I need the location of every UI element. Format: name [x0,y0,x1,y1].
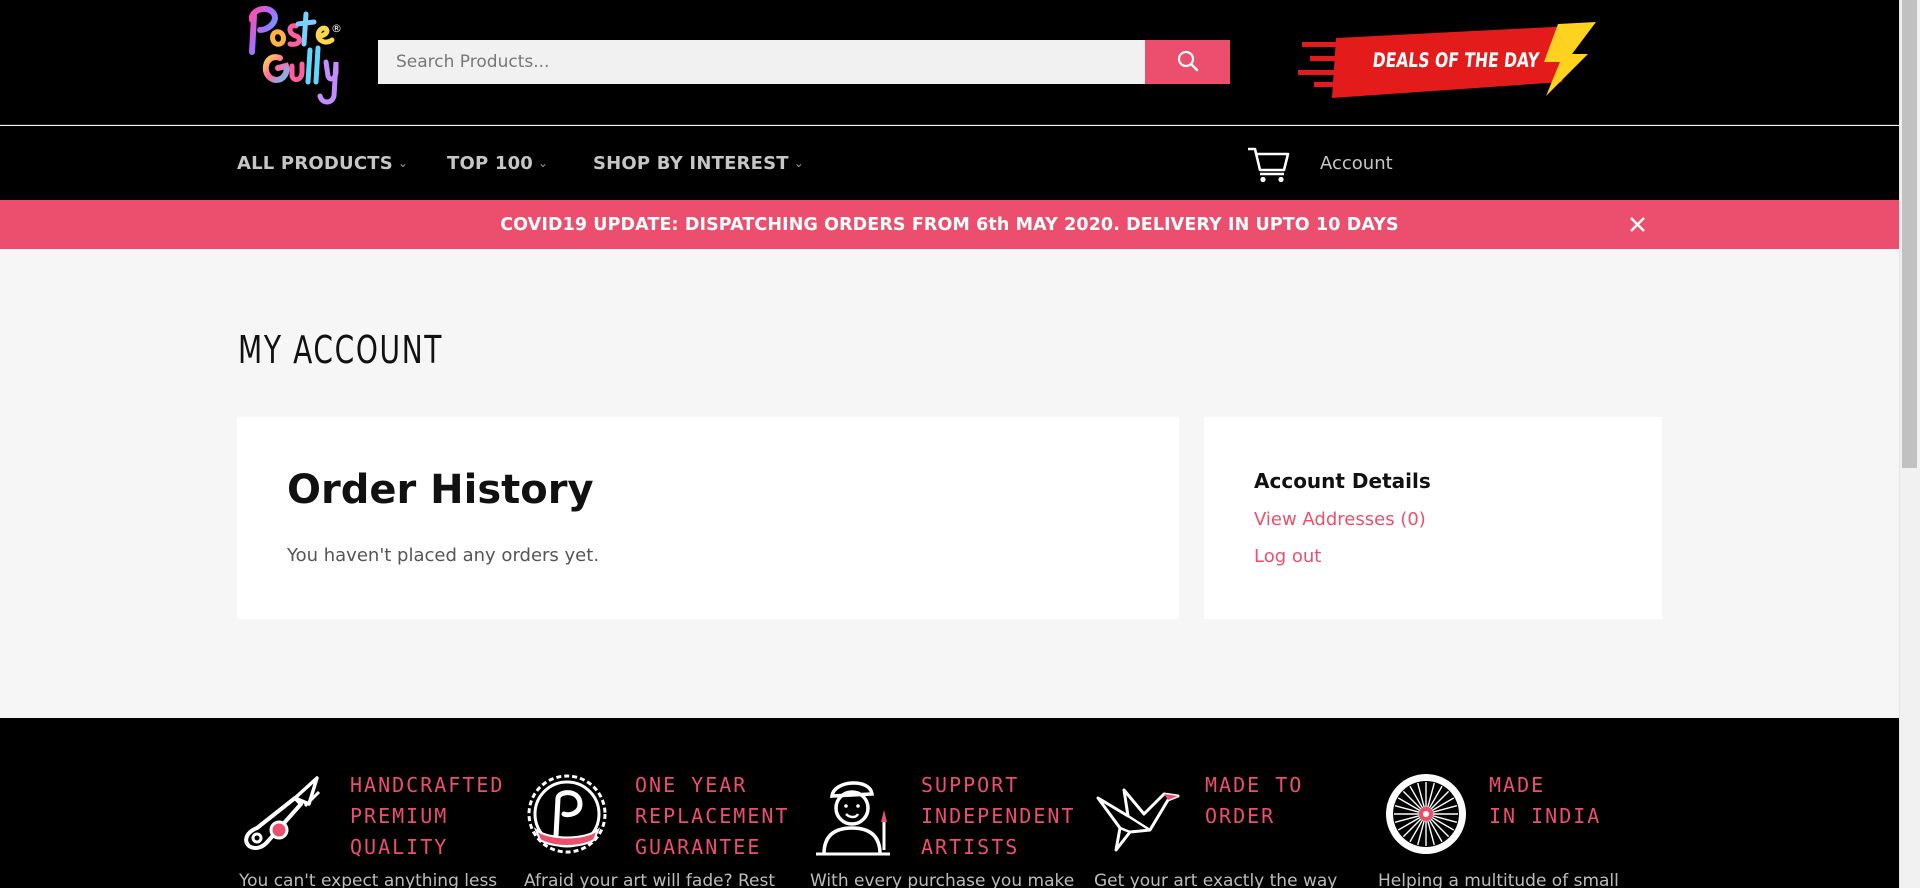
craft-knife-icon [239,770,329,860]
feature-title-line: ONE YEAR [635,773,748,797]
feature-title-line: GUARANTEE [635,835,762,859]
artist-icon [810,770,900,860]
no-orders-message: You haven't placed any orders yet. [287,545,600,566]
cart-icon[interactable] [1246,146,1290,184]
logout-link[interactable]: Log out [1254,546,1321,567]
feature-artists: SUPPORT INDEPENDENT ARTISTS With every p… [810,718,1090,888]
feature-description: You can't expect anything less [239,871,498,888]
page-scrollbar[interactable] [1899,0,1920,888]
feature-description: With every purchase you make [810,871,1075,888]
feature-title-line: MADE [1489,773,1546,797]
view-addresses-link[interactable]: View Addresses (0) [1254,509,1426,530]
search-button[interactable] [1145,40,1230,84]
deals-of-the-day-banner[interactable]: DEALS OF THE DAY [1296,20,1600,100]
registered-mark: ® [331,22,342,35]
feature-title-line: ARTISTS [921,835,1020,859]
feature-title-line: ORDER [1205,804,1276,828]
nav-item-shop-by-interest[interactable]: SHOP BY INTEREST ⌄ [593,126,804,200]
feature-title-line: PREMIUM [350,804,449,828]
announcement-bar: COVID19 UPDATE: DISPATCHING ORDERS FROM … [0,200,1899,249]
account-link[interactable]: Account [1320,126,1393,200]
header: ® DEALS OF THE DAY [0,0,1899,125]
search-icon [1177,50,1199,75]
scrollbar-thumb[interactable] [1902,0,1917,468]
feature-title: MADE IN INDIA [1489,770,1669,832]
feature-description: Afraid your art will fade? Rest [524,871,776,888]
feature-guarantee: ONE YEAR REPLACEMENT GUARANTEE Afraid yo… [524,718,804,888]
feature-title-line: QUALITY [350,835,449,859]
feature-description: Get your art exactly the way [1094,871,1338,888]
deals-label: DEALS OF THE DAY [1371,48,1541,72]
feature-title: HANDCRAFTED PREMIUM QUALITY [350,770,530,863]
nav-item-label: TOP 100 [447,152,534,174]
feature-handcrafted: HANDCRAFTED PREMIUM QUALITY You can't ex… [239,718,519,888]
feature-made-in-india: MADE IN INDIA Helping a multitude of sma… [1378,718,1658,888]
feature-title-line: SUPPORT [921,773,1020,797]
page: ® DEALS OF THE DAY ALL PRODU [0,0,1899,888]
order-history-heading: Order History [287,467,594,513]
poster-gully-logo[interactable]: ® [240,0,348,120]
feature-title-line: MADE TO [1205,773,1304,797]
nav-item-label: SHOP BY INTEREST [593,152,789,174]
search-input[interactable] [378,40,1145,84]
search-bar [378,40,1230,84]
nav-item-all-products[interactable]: ALL PRODUCTS ⌄ [237,126,408,200]
feature-title-line: INDEPENDENT [921,804,1076,828]
feature-title: ONE YEAR REPLACEMENT GUARANTEE [635,770,815,863]
announcement-text: COVID19 UPDATE: DISPATCHING ORDERS FROM … [500,214,1399,235]
chevron-down-icon: ⌄ [538,156,549,170]
guarantee-seal-icon [524,770,614,860]
account-details-heading: Account Details [1254,469,1431,493]
feature-title-line: REPLACEMENT [635,804,790,828]
feature-title: SUPPORT INDEPENDENT ARTISTS [921,770,1101,863]
main-nav: ALL PRODUCTS ⌄ TOP 100 ⌄ SHOP BY INTERES… [0,126,1899,200]
feature-title-line: HANDCRAFTED [350,773,505,797]
page-title: MY ACCOUNT [238,328,444,372]
feature-title: MADE TO ORDER [1205,770,1385,832]
account-details-card: Account Details View Addresses (0) Log o… [1204,417,1662,619]
close-icon[interactable] [1628,215,1647,234]
feature-title-line: IN INDIA [1489,804,1602,828]
feature-made-to-order: MADE TO ORDER Get your art exactly the w… [1094,718,1374,888]
order-history-card: Order History You haven't placed any ord… [237,417,1179,619]
feature-description: Helping a multitude of small [1378,871,1619,888]
nav-item-top-100[interactable]: TOP 100 ⌄ [447,126,548,200]
footer-features: HANDCRAFTED PREMIUM QUALITY You can't ex… [0,718,1899,888]
chevron-down-icon: ⌄ [793,156,805,170]
ashoka-chakra-icon [1378,770,1468,860]
chevron-down-icon: ⌄ [397,156,409,170]
nav-item-label: ALL PRODUCTS [237,152,393,174]
origami-bird-icon [1094,770,1184,860]
